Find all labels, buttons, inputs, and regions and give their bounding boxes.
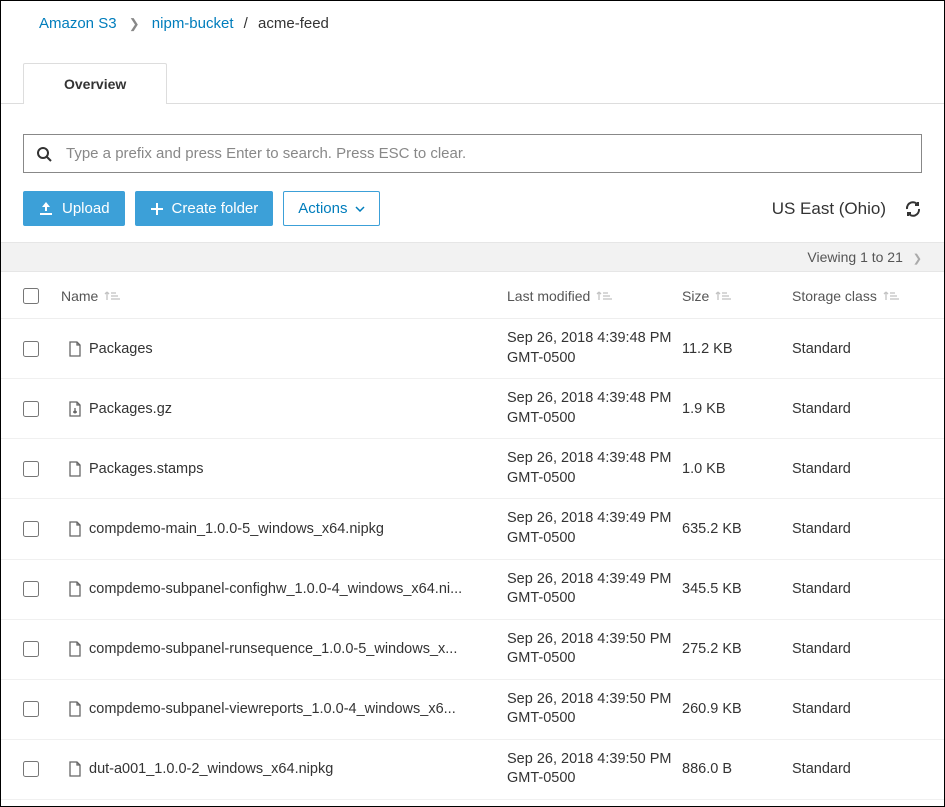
file-modified: Sep 26, 2018 4:39:50 PM GMT-0500: [507, 690, 682, 729]
row-checkbox[interactable]: [23, 401, 39, 417]
column-modified-label: Last modified: [507, 288, 590, 304]
plus-icon: [150, 202, 164, 216]
file-storage-class: Standard: [792, 641, 922, 657]
breadcrumb-bucket[interactable]: nipm-bucket: [152, 15, 234, 32]
file-icon: [61, 701, 89, 717]
upload-label: Upload: [62, 200, 110, 217]
file-name[interactable]: dut-a001_1.0.0-2_windows_x64.nipkg: [89, 761, 333, 777]
toolbar: Upload Create folder Actions US East (Oh…: [1, 173, 944, 242]
table-row[interactable]: Packages.gz Sep 26, 2018 4:39:48 PM GMT-0…: [1, 379, 944, 439]
sort-icon: [715, 289, 733, 303]
row-checkbox[interactable]: [23, 521, 39, 537]
column-class-label: Storage class: [792, 288, 877, 304]
file-modified: Sep 26, 2018 4:39:50 PM GMT-0500: [507, 750, 682, 789]
table-row[interactable]: compdemo-subpanel-viewreports_1.0.0-4_wi…: [1, 680, 944, 740]
file-size: 260.9 KB: [682, 701, 792, 717]
refresh-button[interactable]: [904, 200, 922, 218]
create-folder-label: Create folder: [172, 200, 259, 217]
table-row[interactable]: compdemo-subpanel-confighw_1.0.0-4_windo…: [1, 560, 944, 620]
sort-icon: [883, 289, 901, 303]
tab-overview[interactable]: Overview: [23, 63, 167, 104]
row-checkbox[interactable]: [23, 341, 39, 357]
search-container: [23, 134, 922, 173]
file-name[interactable]: Packages.gz: [89, 401, 172, 417]
file-modified: Sep 26, 2018 4:39:48 PM GMT-0500: [507, 449, 682, 488]
file-name[interactable]: compdemo-subpanel-runsequence_1.0.0-5_wi…: [89, 641, 457, 657]
file-icon: [61, 341, 89, 357]
file-size: 886.0 B: [682, 761, 792, 777]
tabs: Overview: [1, 62, 944, 104]
table-header: Name Last modified Size Storage class: [1, 272, 944, 319]
search-input[interactable]: [66, 145, 909, 162]
column-header-modified[interactable]: Last modified: [507, 288, 682, 304]
table-row[interactable]: dut-a002_1.0.0-2_windows_x64.nipkgSep 26…: [1, 800, 944, 807]
file-name[interactable]: compdemo-subpanel-confighw_1.0.0-4_windo…: [89, 581, 462, 597]
row-checkbox[interactable]: [23, 701, 39, 717]
search-icon: [36, 146, 52, 162]
column-size-label: Size: [682, 288, 709, 304]
table-row[interactable]: Packages Sep 26, 2018 4:39:48 PM GMT-0500…: [1, 319, 944, 379]
column-header-storage-class[interactable]: Storage class: [792, 288, 922, 304]
refresh-icon: [904, 200, 922, 218]
file-icon: [61, 521, 89, 537]
create-folder-button[interactable]: Create folder: [135, 191, 274, 226]
table-row[interactable]: dut-a001_1.0.0-2_windows_x64.nipkg Sep 26…: [1, 740, 944, 800]
column-name-label: Name: [61, 288, 98, 304]
file-size: 1.9 KB: [682, 401, 792, 417]
column-header-size[interactable]: Size: [682, 288, 792, 304]
file-icon: [61, 581, 89, 597]
file-icon: [61, 461, 89, 477]
file-name[interactable]: compdemo-subpanel-viewreports_1.0.0-4_wi…: [89, 701, 456, 717]
file-icon: [61, 401, 89, 417]
file-size: 11.2 KB: [682, 341, 792, 357]
table-row[interactable]: Packages.stamps Sep 26, 2018 4:39:48 PM G…: [1, 439, 944, 499]
file-name[interactable]: compdemo-main_1.0.0-5_windows_x64.nipkg: [89, 521, 384, 537]
upload-button[interactable]: Upload: [23, 191, 125, 226]
sort-icon: [104, 289, 122, 303]
file-storage-class: Standard: [792, 761, 922, 777]
file-modified: Sep 26, 2018 4:39:49 PM GMT-0500: [507, 509, 682, 548]
viewing-label: Viewing 1 to 21: [807, 249, 902, 265]
breadcrumb: Amazon S3 ❯ nipm-bucket / acme-feed: [1, 1, 944, 42]
file-icon: [61, 641, 89, 657]
row-checkbox[interactable]: [23, 581, 39, 597]
column-header-name[interactable]: Name: [61, 288, 507, 304]
actions-button[interactable]: Actions: [283, 191, 380, 226]
upload-icon: [38, 202, 54, 216]
file-size: 635.2 KB: [682, 521, 792, 537]
file-modified: Sep 26, 2018 4:39:49 PM GMT-0500: [507, 570, 682, 609]
file-modified: Sep 26, 2018 4:39:48 PM GMT-0500: [507, 329, 682, 368]
table-body: Packages Sep 26, 2018 4:39:48 PM GMT-0500…: [1, 319, 944, 807]
file-size: 1.0 KB: [682, 461, 792, 477]
file-storage-class: Standard: [792, 401, 922, 417]
chevron-right-icon: ❯: [913, 253, 922, 265]
pagination-bar: Viewing 1 to 21 ❯: [1, 242, 944, 272]
file-size: 345.5 KB: [682, 581, 792, 597]
path-separator: /: [244, 15, 248, 32]
file-modified: Sep 26, 2018 4:39:50 PM GMT-0500: [507, 630, 682, 669]
file-storage-class: Standard: [792, 581, 922, 597]
file-icon: [61, 761, 89, 777]
row-checkbox[interactable]: [23, 461, 39, 477]
region-label: US East (Ohio): [772, 199, 886, 219]
table-row[interactable]: compdemo-subpanel-runsequence_1.0.0-5_wi…: [1, 620, 944, 680]
breadcrumb-root[interactable]: Amazon S3: [39, 15, 117, 32]
file-storage-class: Standard: [792, 461, 922, 477]
chevron-right-icon: ❯: [129, 16, 140, 31]
file-storage-class: Standard: [792, 341, 922, 357]
select-all-checkbox[interactable]: [23, 288, 39, 304]
row-checkbox[interactable]: [23, 761, 39, 777]
chevron-down-icon: [355, 206, 365, 212]
sort-icon: [596, 289, 614, 303]
file-name[interactable]: Packages: [89, 341, 153, 357]
row-checkbox[interactable]: [23, 641, 39, 657]
file-name[interactable]: Packages.stamps: [89, 461, 203, 477]
breadcrumb-current: acme-feed: [258, 15, 329, 32]
file-size: 275.2 KB: [682, 641, 792, 657]
file-modified: Sep 26, 2018 4:39:48 PM GMT-0500: [507, 389, 682, 428]
table-row[interactable]: compdemo-main_1.0.0-5_windows_x64.nipkg S…: [1, 499, 944, 559]
file-storage-class: Standard: [792, 521, 922, 537]
file-storage-class: Standard: [792, 701, 922, 717]
actions-label: Actions: [298, 200, 347, 217]
